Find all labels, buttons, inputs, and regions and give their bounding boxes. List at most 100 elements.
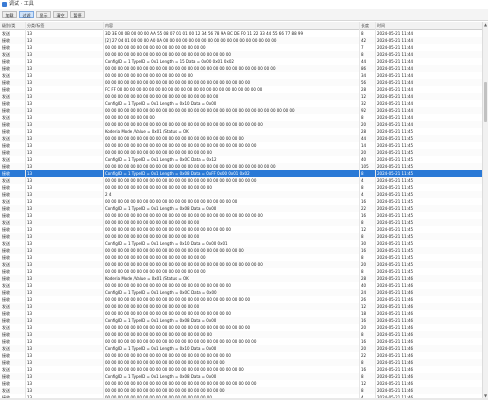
table-row[interactable]: 发送 13 00 00 00 00 00 00 00 00 00 00 00 00 … — [0, 282, 482, 289]
table-row[interactable]: 接收 13 00 00 00 00 00 00 00 00 00 00 00 00 … — [0, 233, 482, 240]
cell-length: 28 — [361, 87, 367, 92]
table-row[interactable]: 接收 13 00 00 00 00 00 00 00 00 00 00 00 00 … — [0, 310, 482, 317]
table-row[interactable]: 接收 13 00 00 00 00 00 00 00 00 00 00 00 00 … — [0, 107, 482, 114]
table-row[interactable]: 接收 13 00 00 00 00 00 00 00 00 00 00 00 00 … — [0, 163, 482, 170]
column-header-time[interactable]: 时间 — [377, 22, 481, 29]
cell-time: 2024-05-21 11:44 — [377, 45, 414, 50]
cell-length: 16 — [361, 367, 367, 372]
load-button[interactable]: 加载 — [2, 11, 17, 18]
table-row[interactable]: 发送 13 00 00 00 00 00 00 00 00 00 00 00 00 … — [0, 93, 482, 100]
table-row[interactable]: 接收 13 00 00 00 00 00 00 00 00 00 00 00 00 … — [0, 352, 482, 359]
table-row[interactable]: 接收 13 00 00 00 00 00 00 00 00 00 00 00 00 … — [0, 212, 482, 219]
table-row[interactable]: 发送 13 ConfigID = 1 TypeID = 0x1 Length = 0… — [0, 156, 482, 163]
column-divider[interactable] — [103, 22, 104, 398]
table-row[interactable]: 接收 13 00 00 00 00 00 00 00 00 00 00 00 00 … — [0, 142, 482, 149]
cell-length: 4 — [361, 192, 364, 197]
table-row[interactable]: 接收 13 00 00 00 00 00 00 00 00 00 00 00 00 … — [0, 359, 482, 366]
table-row[interactable]: 接收 13 00 00 00 00 00 00 00 00 00 00 00 00 … — [0, 331, 482, 338]
table-row[interactable]: 接收 13 00 00 00 00 00 00 00 00 00 00 00 00 … — [0, 268, 482, 275]
scroll-up-icon[interactable]: ▲ — [483, 22, 488, 27]
table-row[interactable]: 接收 13 [2] 27 04 01 00 00 00 A0 0A 00 00 00… — [0, 37, 482, 44]
cell-time: 2024-05-21 11:45 — [377, 129, 414, 134]
table-row[interactable]: 发送 13 00 00 00 00 00 00 00 00 00 00 00 00 … — [0, 198, 482, 205]
table-row[interactable]: 发送 13 00 00 00 00 00 00 00 00 8 2024-05-21 1… — [0, 114, 482, 121]
cell-content: 00 00 00 00 00 00 00 00 00 00 00 00 00 0… — [105, 381, 257, 386]
cell-type: 发送 — [2, 346, 10, 351]
column-header-content[interactable]: 内容 — [105, 22, 357, 29]
table-row[interactable]: 发送 13 00 00 00 00 00 00 00 00 00 00 00 00 … — [0, 366, 482, 373]
cell-tag: 13 — [27, 52, 33, 57]
pause-button[interactable]: 暂停 — [70, 11, 85, 18]
table-row[interactable]: 接收 13 00 00 00 00 00 00 00 00 00 00 00 00 … — [0, 184, 482, 191]
cell-content: 00 00 00 00 00 00 00 00 00 00 00 00 00 0… — [105, 255, 206, 260]
cell-tag: 13 — [27, 374, 33, 379]
column-header-tag[interactable]: 分类/标签 — [27, 22, 101, 29]
scrollbar-thumb[interactable] — [484, 82, 487, 122]
table-row[interactable]: 接收 13 ConfigID = 1 TypeID = 0x1 Length = 1… — [0, 58, 482, 65]
table-row[interactable]: 接收 13 00 00 00 00 00 00 00 00 00 00 00 00 … — [0, 338, 482, 345]
table-row[interactable]: 接收 13 ConfigID = 1 TypeID = 0x1 Length = 0… — [0, 205, 482, 212]
column-divider[interactable] — [359, 22, 360, 398]
table-row[interactable]: 发送 13 3D 3E 00 0B 00 00 00 AA 55 08 07 01 … — [0, 30, 482, 37]
table-row[interactable]: 接收 13 00 00 00 00 00 00 00 00 00 00 00 00 … — [0, 247, 482, 254]
cell-type: 接收 — [2, 227, 10, 232]
table-row[interactable]: 接收 13 FC FF 00 00 00 00 00 00 00 00 00 00 … — [0, 86, 482, 93]
cell-tag: 13 — [27, 227, 33, 232]
column-divider[interactable] — [375, 22, 376, 398]
table-row[interactable]: 发送 13 00 00 00 00 00 00 00 00 00 00 00 00 … — [0, 51, 482, 58]
table-row[interactable]: 接收 13 ConfigID = 1 TypeID = 0x1 Length = 0… — [0, 373, 482, 380]
table-row[interactable]: 发送 13 ConfigID = 1 TypeID = 0x1 Length = 0… — [0, 345, 482, 352]
clear-button[interactable]: 清空 — [53, 11, 68, 18]
table-row[interactable]: 发送 13 00 00 00 00 00 00 00 00 00 00 00 00 … — [0, 387, 482, 394]
table-row[interactable]: 发送 13 00 00 00 00 00 00 00 00 00 00 00 00 … — [0, 219, 482, 226]
cell-tag: 13 — [27, 304, 33, 309]
display-button[interactable]: 显示 — [36, 11, 51, 18]
cell-type: 接收 — [2, 101, 10, 106]
table-row[interactable]: 接收 13 00 00 00 00 00 00 00 00 00 00 00 00 … — [0, 79, 482, 86]
table-row[interactable]: 接收 13 00 00 00 00 00 00 00 00 00 00 00 00 … — [0, 226, 482, 233]
cell-time: 2024-05-21 11:44 — [377, 101, 414, 106]
cell-type: 接收 — [2, 171, 10, 176]
cell-time: 2024-05-21 11:45 — [377, 241, 414, 246]
column-divider[interactable] — [25, 22, 26, 398]
cell-length: 8 — [361, 220, 364, 225]
filter-button[interactable]: 过滤 — [19, 11, 34, 18]
table-row[interactable]: 发送 13 00 00 00 00 00 00 00 00 00 00 00 00 … — [0, 261, 482, 268]
table-row[interactable]: 发送 13 00 00 00 00 00 00 00 00 00 00 00 00 … — [0, 324, 482, 331]
cell-content: 00 00 00 00 00 00 00 00 00 00 00 00 00 0… — [105, 45, 206, 50]
table-row[interactable]: 接收 13 00 00 00 00 00 00 00 00 00 00 00 00 … — [0, 65, 482, 72]
table-row[interactable]: 发送 13 00 00 00 00 00 00 00 00 00 00 00 00 … — [0, 72, 482, 79]
table-row-selected[interactable]: 接收 13 ConfigID = 1 TypeID = 0x1 Length = 0… — [0, 170, 482, 177]
table-row[interactable]: 接收 13 00 00 00 00 00 00 00 00 00 00 00 00 … — [0, 380, 482, 387]
table-row[interactable]: 接收 13 Koderia Mode /Value = 0x01 /Status =… — [0, 275, 482, 282]
table-row[interactable]: 接收 13 ConfigID = 1 TypeID = 0x1 Length = 0… — [0, 317, 482, 324]
table-row[interactable]: 接收 13 2 4 4 2024-05-21 11:45 — [0, 191, 482, 198]
cell-length: 40 — [361, 283, 367, 288]
cell-tag: 13 — [27, 367, 33, 372]
table-row[interactable]: 接收 13 ConfigID = 1 TypeID = 0x1 Length = 0… — [0, 289, 482, 296]
cell-content: 00 00 00 00 00 00 00 00 00 00 00 00 00 0… — [105, 178, 257, 183]
cell-tag: 13 — [27, 87, 33, 92]
cell-tag: 13 — [27, 206, 33, 211]
table-row[interactable]: 发送 13 00 00 00 00 00 00 00 00 00 00 00 00 … — [0, 135, 482, 142]
vertical-scrollbar[interactable]: ▲ ▼ — [482, 22, 488, 398]
table-row[interactable]: 接收 13 ConfigID = 1 TypeID = 0x1 Length = 0… — [0, 100, 482, 107]
table-row[interactable]: 发送 13 ConfigID = 1 TypeID = 0x1 Length = 0… — [0, 240, 482, 247]
table-row[interactable]: 接收 13 00 00 00 00 00 00 00 00 00 00 00 00 … — [0, 121, 482, 128]
cell-time: 2024-05-21 11:44 — [377, 80, 414, 85]
table-row[interactable]: 接收 13 00 00 00 00 00 00 00 00 00 00 00 00 … — [0, 296, 482, 303]
cell-type: 发送 — [2, 115, 10, 120]
cell-content: 00 00 00 00 00 00 00 00 00 00 00 00 00 0… — [105, 66, 276, 71]
table-row[interactable]: 接收 13 Koderia Mode /Value = 0x01 /Status =… — [0, 128, 482, 135]
cell-type: 接收 — [2, 360, 10, 365]
cell-time: 2024-05-21 11:44 — [377, 52, 414, 57]
table-row[interactable]: 发送 13 00 00 00 00 00 00 00 00 00 00 00 00 … — [0, 303, 482, 310]
column-header-length[interactable]: 长度 — [361, 22, 373, 29]
column-header-type[interactable]: 级别/类 — [2, 22, 24, 29]
table-row[interactable]: 接收 13 00 00 00 00 00 00 00 00 00 00 00 00 … — [0, 254, 482, 261]
table-row[interactable]: 发送 13 00 00 00 00 00 00 00 00 00 00 00 00 … — [0, 177, 482, 184]
cell-type: 发送 — [2, 73, 10, 78]
table-row[interactable]: 接收 13 00 00 00 00 00 00 00 00 00 00 00 00 … — [0, 44, 482, 51]
table-row[interactable]: 接收 13 00 00 00 00 00 00 00 00 00 00 00 00 … — [0, 149, 482, 156]
cell-content: 00 00 00 00 00 00 00 00 00 00 00 00 00 0… — [105, 164, 276, 169]
